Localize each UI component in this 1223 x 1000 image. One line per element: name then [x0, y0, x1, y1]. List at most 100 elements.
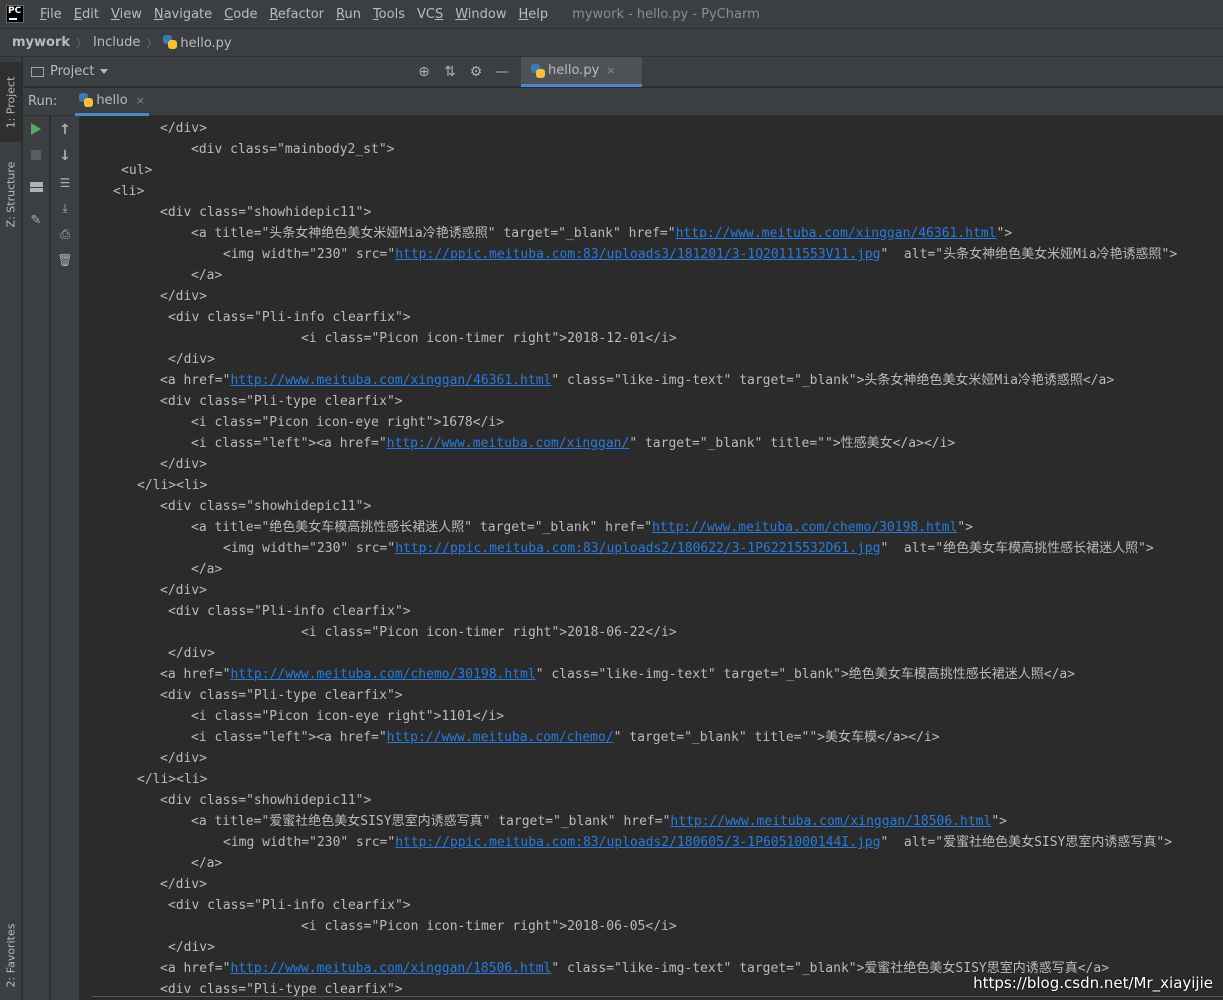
run-tab-label: hello: [96, 92, 128, 108]
chevron-right-icon: 〉: [76, 36, 88, 50]
arrow-up-icon: ↑: [59, 122, 71, 138]
menu-bar: PC File Edit View Navigate Code Refactor Run To…: [0, 0, 1223, 28]
collapse-all-icon[interactable]: ⇅: [437, 57, 463, 87]
hide-panel-icon[interactable]: —: [489, 57, 515, 87]
breadcrumb-file[interactable]: hello.py: [163, 34, 232, 51]
console-line: </div>: [160, 748, 207, 769]
console-line: <div class="Pli-info clearfix">: [168, 895, 411, 916]
rerun-button[interactable]: [23, 119, 49, 139]
console-line: <a title="绝色美女车模高挑性感长裙迷人照" target="_blan…: [191, 517, 973, 538]
console-line: </a>: [191, 853, 222, 874]
console-link[interactable]: http://www.meituba.com/xinggan/18506.htm…: [670, 814, 991, 829]
console-text: ">: [996, 226, 1013, 241]
console-text: </div>: [168, 352, 215, 367]
menu-item-help[interactable]: Help: [513, 7, 555, 22]
gear-icon[interactable]: ⚙: [463, 57, 489, 87]
breadcrumb-folder[interactable]: Include: [93, 35, 140, 50]
menu-item-code[interactable]: Code: [218, 7, 263, 22]
console-line: <i class="Picon icon-eye right">1678</i>: [191, 412, 504, 433]
down-button[interactable]: ↓: [51, 146, 79, 166]
printer-icon: ⎙: [60, 226, 70, 241]
console-text: </div>: [160, 751, 207, 766]
console-link[interactable]: http://www.meituba.com/xinggan/: [387, 436, 630, 451]
close-icon[interactable]: ×: [606, 64, 615, 77]
clear-all-button[interactable]: 🗑: [51, 250, 79, 270]
menu-item-window[interactable]: Window: [449, 7, 512, 22]
menu-item-edit[interactable]: Edit: [68, 7, 105, 22]
locate-file-icon[interactable]: ⊕: [411, 57, 437, 87]
console-text: <img width="230" src=": [223, 835, 396, 850]
console-link[interactable]: http://www.meituba.com/xinggan/46361.htm…: [230, 373, 551, 388]
dropdown-arrow-icon: [100, 69, 109, 74]
console-link[interactable]: http://ppic.meituba.com:83/uploads3/1812…: [395, 247, 880, 262]
tool-tab-structure[interactable]: Z: Structure: [0, 149, 22, 239]
console-text: <a title="头条女神绝色美女米娅Mia冷艳诱惑照" target="_b…: [191, 226, 676, 241]
tool-tab-structure-label: Z: Structure: [4, 161, 18, 227]
console-line: </div>: [168, 643, 215, 664]
console-text: </div>: [160, 457, 207, 472]
console-line: <i class="Picon icon-timer right">2018-0…: [301, 622, 677, 643]
python-file-icon: [163, 34, 178, 49]
project-view-label: Project: [50, 64, 95, 79]
watermark: https://blog.csdn.net/Mr_xiayijie: [973, 974, 1213, 992]
menu-item-tools[interactable]: Tools: [367, 7, 411, 22]
menu-item-vcs[interactable]: VCS: [411, 7, 449, 22]
layout-icon: [29, 182, 43, 192]
console-text: <div class="Pli-info clearfix">: [168, 898, 411, 913]
pin-tab-button[interactable]: ✎: [23, 210, 49, 230]
console-text: <div class="Pli-type clearfix">: [160, 688, 403, 703]
console-line: <div class="Pli-type clearfix">: [160, 685, 403, 706]
run-console-output[interactable]: </div> <div class="mainbody2_st"> <ul> <li>…: [81, 116, 1223, 1000]
console-text: </div>: [168, 646, 215, 661]
console-text: <ul>: [121, 163, 153, 178]
console-text: " class="like-img-text" target="_blank">…: [535, 667, 1076, 682]
console-link[interactable]: http://www.meituba.com/chemo/30198.html: [652, 520, 957, 535]
console-text: </a>: [191, 562, 223, 577]
project-view-selector[interactable]: Project: [31, 64, 109, 79]
console-line: </div>: [160, 454, 207, 475]
menu-item-navigate[interactable]: Navigate: [148, 7, 218, 22]
console-text: " alt="爱蜜社绝色美女SISY思室内诱惑写真">: [880, 835, 1173, 850]
console-line: <div class="Pli-info clearfix">: [168, 307, 411, 328]
print-button[interactable]: ⎙: [51, 224, 79, 244]
console-text: </div>: [160, 583, 207, 598]
menu-item-view[interactable]: View: [105, 7, 148, 22]
console-line: <img width="230" src="http://ppic.meitub…: [223, 538, 1154, 559]
console-text: </li><li>: [137, 772, 208, 787]
console-link[interactable]: http://ppic.meituba.com:83/uploads2/1806…: [395, 541, 880, 556]
console-link[interactable]: http://www.meituba.com/chemo/30198.html: [230, 667, 535, 682]
console-text: " target="_blank" title="">美女车模</a></i>: [613, 730, 940, 745]
console-text: " class="like-img-text" target="_blank">…: [551, 373, 1115, 388]
console-text: <img width="230" src=": [223, 541, 396, 556]
console-link[interactable]: http://ppic.meituba.com:83/uploads2/1806…: [395, 835, 880, 850]
soft-wrap-button[interactable]: ☰: [51, 173, 79, 193]
trash-icon: 🗑: [57, 253, 73, 267]
python-file-icon: [531, 63, 545, 78]
chevron-right-icon: 〉: [146, 36, 158, 50]
logo-text: PC: [8, 6, 22, 16]
editor-tab-hello-py[interactable]: hello.py ×: [521, 57, 642, 87]
console-link[interactable]: http://www.meituba.com/xinggan/46361.htm…: [676, 226, 997, 241]
console-line: <i class="left"><a href="http://www.meit…: [191, 727, 940, 748]
menu-item-refactor[interactable]: Refactor: [263, 7, 330, 22]
console-link[interactable]: http://www.meituba.com/chemo/: [387, 730, 614, 745]
run-tool-header: Run: hello ×: [23, 88, 1223, 116]
tool-tab-favorites[interactable]: 2: Favorites: [0, 915, 22, 995]
console-line: </a>: [191, 559, 222, 580]
breadcrumb-project[interactable]: mywork: [12, 35, 70, 50]
scroll-to-end-button[interactable]: ⤓: [51, 198, 79, 218]
console-text: <i class="Picon icon-timer right">2018-0…: [301, 625, 677, 640]
menu-item-file[interactable]: File: [34, 7, 68, 22]
restore-layout-button[interactable]: [23, 177, 49, 197]
tool-tab-project[interactable]: 1: Project: [0, 62, 22, 142]
run-tab-hello[interactable]: hello ×: [75, 88, 149, 116]
menu-item-run[interactable]: Run: [330, 7, 367, 22]
run-toolbar-primary: ✎: [23, 116, 50, 1000]
up-button[interactable]: ↑: [51, 120, 79, 140]
play-icon: [31, 123, 41, 135]
close-icon[interactable]: ×: [136, 94, 145, 107]
stop-button[interactable]: [23, 145, 49, 165]
console-text: <li>: [113, 184, 145, 199]
console-link[interactable]: http://www.meituba.com/xinggan/18506.htm…: [230, 961, 551, 976]
console-text: <i class="Picon icon-timer right">2018-0…: [301, 919, 677, 934]
